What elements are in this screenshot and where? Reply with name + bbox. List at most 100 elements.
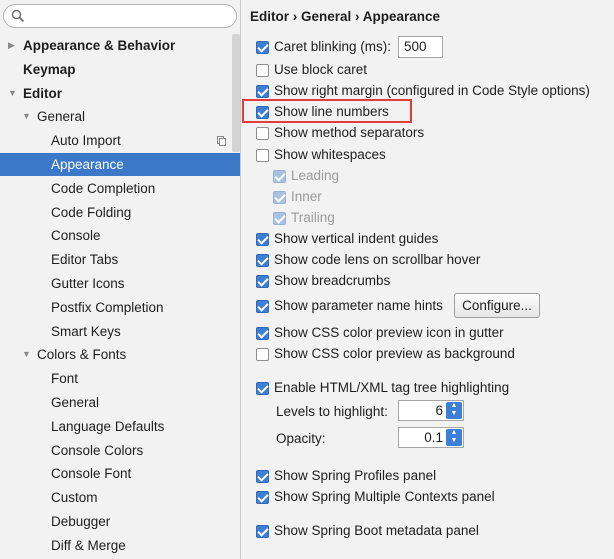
tree-item-label: Diff & Merge [51, 537, 126, 553]
tree-item[interactable]: Font [0, 367, 240, 390]
tree-item-label: Auto Import [51, 133, 121, 149]
method-separators-checkbox[interactable] [256, 127, 269, 140]
spring-contexts-label: Show Spring Multiple Contexts panel [274, 489, 495, 504]
right-margin-checkbox[interactable] [256, 85, 269, 98]
block-caret-checkbox[interactable] [256, 64, 269, 77]
levels-label: Levels to highlight: [276, 404, 388, 419]
tree-item[interactable]: ▼ Colors & Fonts [0, 343, 240, 366]
tree-item[interactable]: Postfix Completion [0, 296, 240, 319]
caret-blinking-input[interactable]: 500 [398, 36, 443, 58]
whitespaces-checkbox[interactable] [256, 149, 269, 162]
tree-item[interactable]: ▼ Editor [0, 82, 240, 105]
tree-item-label: Gutter Icons [51, 276, 125, 291]
breadcrumb: Editor › General › Appearance [250, 9, 441, 24]
tree-item-label: Colors & Fonts [37, 347, 127, 363]
tree-item[interactable]: Custom [0, 486, 240, 509]
tag-tree-checkbox[interactable] [256, 382, 269, 395]
tree-item-label: Code Completion [51, 180, 156, 196]
block-caret-label: Use block caret [274, 62, 368, 77]
leading-label: Leading [291, 168, 340, 183]
spring-profiles-label: Show Spring Profiles panel [274, 468, 437, 483]
leading-checkbox[interactable] [273, 170, 286, 183]
opacity-value: 0.1 [424, 430, 443, 445]
tree-item-label: Custom [51, 490, 98, 506]
param-hints-checkbox[interactable] [256, 300, 269, 313]
tree-scrollbar[interactable] [232, 34, 240, 152]
indent-guides-checkbox[interactable] [256, 233, 269, 246]
right-margin-label: Show right margin (configured in Code St… [274, 83, 590, 98]
tree-item[interactable]: Editor Tabs [0, 248, 240, 271]
param-hints-label: Show parameter name hints [274, 298, 443, 313]
chevron-right-icon[interactable]: ▶ [8, 34, 15, 57]
tree-item[interactable]: Console Font [0, 462, 240, 485]
code-lens-label: Show code lens on scrollbar hover [274, 252, 481, 267]
tree-item-label: General [51, 395, 100, 410]
levels-value: 6 [435, 403, 443, 418]
tree-item-label: Postfix Completion [51, 299, 164, 315]
spring-profiles-checkbox[interactable] [256, 470, 269, 483]
tree-item[interactable]: ▶ Appearance & Behavior [0, 34, 240, 57]
tree-item[interactable]: Smart Keys [0, 320, 240, 343]
css-background-label: Show CSS color preview as background [274, 346, 515, 361]
css-background-checkbox[interactable] [256, 348, 269, 361]
caret-blinking-label: Caret blinking (ms): [274, 39, 392, 54]
tree-item[interactable]: General [0, 391, 240, 414]
caret-blinking-checkbox[interactable] [256, 41, 269, 54]
spinner-arrows-icon[interactable]: ▲ ▼ [446, 402, 462, 419]
copy-icon [217, 136, 226, 147]
tree-item-label: Editor [23, 85, 62, 101]
spring-contexts-checkbox[interactable] [256, 491, 269, 504]
tree-item-label: Font [51, 371, 79, 387]
highlight-box [242, 99, 412, 123]
inner-checkbox[interactable] [273, 191, 286, 204]
tree-item-label: Appearance & Behavior [23, 38, 176, 53]
settings-sidebar: ▶ Appearance & Behavior Keymap ▼ Editor ▼ Gene… [0, 0, 241, 559]
indent-guides-label: Show vertical indent guides [274, 231, 439, 246]
code-lens-checkbox[interactable] [256, 254, 269, 267]
opacity-label: Opacity: [276, 431, 326, 446]
tree-item[interactable]: Debugger [0, 510, 240, 533]
tree-item-label: Console Colors [51, 442, 144, 458]
tree-item[interactable]: Code Completion [0, 177, 240, 200]
tree-item-label: Appearance [51, 157, 124, 172]
tree-item[interactable]: Keymap [0, 58, 240, 81]
tree-item-label: Code Folding [51, 204, 132, 220]
tree-item[interactable]: Auto Import [0, 129, 240, 152]
tree-item[interactable]: Language Defaults [0, 415, 240, 438]
tree-item-label: Editor Tabs [51, 252, 119, 268]
method-separators-label: Show method separators [274, 125, 425, 140]
chevron-down-icon[interactable]: ▼ [22, 343, 31, 366]
tree-item-label: Smart Keys [51, 323, 121, 339]
chevron-down-icon[interactable]: ▼ [8, 82, 17, 105]
spinner-arrows-icon[interactable]: ▲ ▼ [446, 429, 462, 446]
tree-item[interactable]: Appearance [0, 153, 240, 176]
css-icon-checkbox[interactable] [256, 327, 269, 340]
trailing-label: Trailing [291, 210, 335, 225]
tree-item-label: Language Defaults [51, 418, 165, 434]
tree-item[interactable]: Code Folding [0, 201, 240, 224]
configure-button[interactable]: Configure... [454, 293, 540, 318]
css-icon-label: Show CSS color preview icon in gutter [274, 325, 504, 340]
search-input[interactable] [3, 4, 237, 28]
tree-item-label: Console [51, 228, 101, 244]
breadcrumbs-label: Show breadcrumbs [274, 273, 391, 288]
tree-item[interactable]: Diff & Merge [0, 534, 240, 557]
breadcrumbs-checkbox[interactable] [256, 275, 269, 288]
inner-label: Inner [291, 189, 322, 204]
settings-panel: Editor › General › Appearance Caret blin… [242, 0, 614, 559]
spring-boot-label: Show Spring Boot metadata panel [274, 523, 479, 538]
search-icon [11, 9, 25, 23]
spring-boot-checkbox[interactable] [256, 525, 269, 538]
tree-item[interactable]: Console Colors [0, 439, 240, 462]
chevron-down-icon[interactable]: ▼ [22, 105, 31, 128]
levels-spinner[interactable]: 6 ▲ ▼ [398, 400, 464, 421]
tree-item-label: Debugger [51, 514, 111, 529]
tree-item[interactable]: Gutter Icons [0, 272, 240, 295]
opacity-spinner[interactable]: 0.1 ▲ ▼ [398, 427, 464, 448]
tree-item-label: Keymap [23, 61, 76, 77]
tree-item[interactable]: ▼ General [0, 105, 240, 128]
tree-item-label: Console Font [51, 466, 132, 482]
trailing-checkbox[interactable] [273, 212, 286, 225]
tree-item[interactable]: Console [0, 224, 240, 247]
whitespaces-label: Show whitespaces [274, 147, 386, 162]
